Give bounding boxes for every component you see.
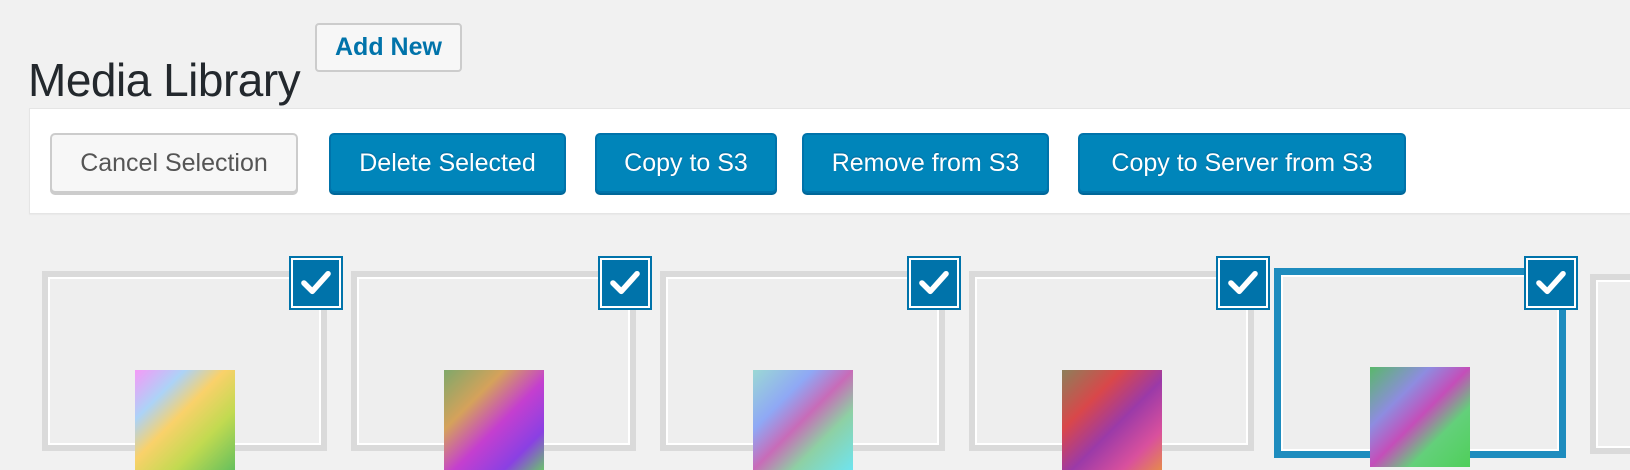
image-thumbnail [134, 370, 235, 470]
item-checkbox[interactable] [1524, 256, 1578, 310]
image-thumbnail [443, 370, 544, 470]
checkmark-icon [301, 270, 331, 295]
item-checkbox[interactable] [907, 256, 961, 310]
item-checkbox[interactable] [289, 256, 343, 310]
checkmark-icon [1536, 270, 1566, 295]
checkmark-icon [919, 270, 949, 295]
media-item[interactable] [660, 271, 945, 470]
image-thumbnail [752, 370, 853, 470]
image-thumbnail [1370, 367, 1470, 467]
delete-selected-button[interactable]: Delete Selected [329, 133, 566, 193]
copy-to-server-from-s3-button[interactable]: Copy to Server from S3 [1078, 133, 1406, 193]
cancel-selection-button[interactable]: Cancel Selection [50, 133, 298, 193]
add-new-button[interactable]: Add New [315, 23, 462, 72]
checkmark-icon [1228, 270, 1258, 295]
page-title: Media Library [28, 53, 301, 106]
media-item-current[interactable] [1274, 268, 1566, 467]
item-checkbox[interactable] [1216, 256, 1270, 310]
image-thumbnail [1061, 370, 1162, 470]
item-checkbox[interactable] [598, 256, 652, 310]
bulk-select-toolbar: Cancel Selection Delete Selected Copy to… [29, 108, 1630, 214]
media-item[interactable] [42, 271, 327, 470]
media-item[interactable] [969, 271, 1254, 470]
checkmark-icon [610, 270, 640, 295]
copy-to-s3-button[interactable]: Copy to S3 [595, 133, 777, 193]
remove-from-s3-button[interactable]: Remove from S3 [802, 133, 1049, 193]
media-item[interactable] [351, 271, 636, 470]
media-item-partial[interactable] [1590, 274, 1630, 454]
